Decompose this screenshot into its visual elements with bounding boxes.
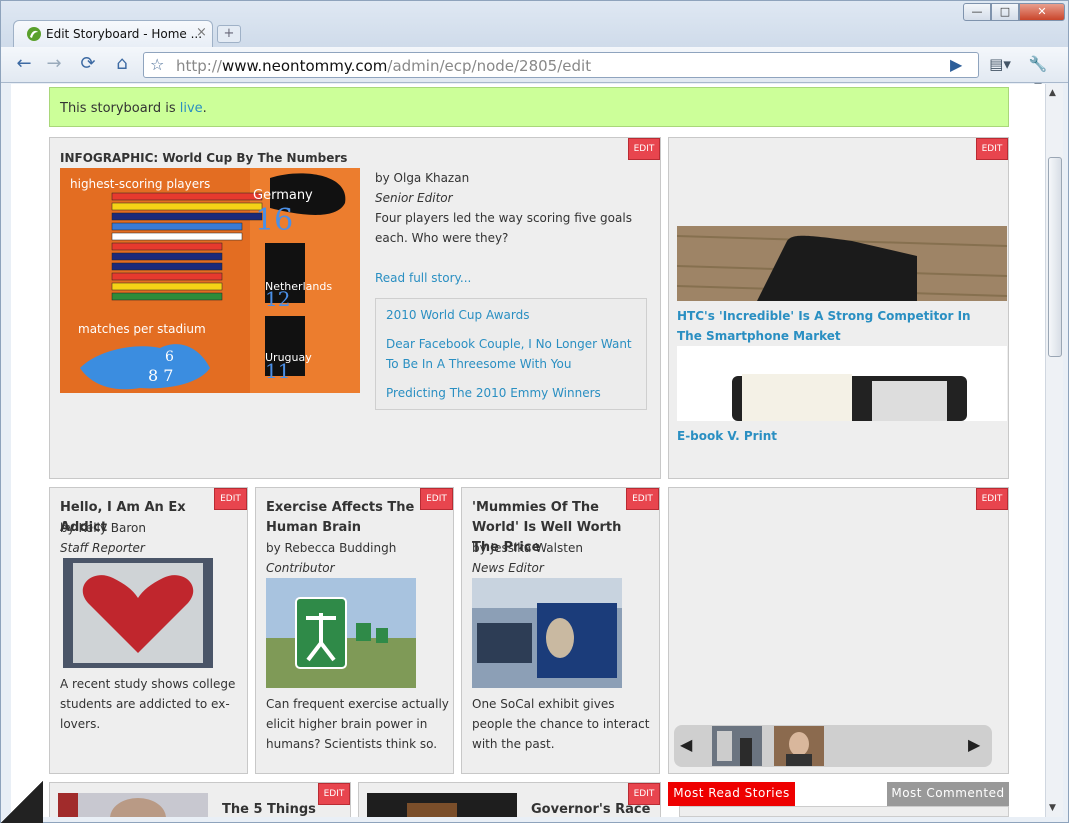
infographic-heading-stadium: matches per stadium bbox=[78, 322, 206, 336]
side-card: EDIT HTC's 'Incredible' Is A Strong Comp… bbox=[668, 137, 1009, 479]
tab-close-icon[interactable]: × bbox=[196, 25, 207, 40]
infographic-bar bbox=[111, 272, 223, 281]
infographic-bar bbox=[111, 252, 223, 261]
url-text[interactable]: http://www.neontommy.com/admin/ecp/node/… bbox=[176, 57, 591, 75]
story-card: EDIT Hello, I Am An Ex Addict by Kelly B… bbox=[49, 487, 248, 774]
story-role: News Editor bbox=[472, 561, 544, 575]
mummies-banner-image[interactable] bbox=[472, 578, 622, 688]
infographic-image[interactable]: highest-scoring players matches per stad… bbox=[60, 168, 360, 393]
scroll-thumb[interactable] bbox=[1048, 157, 1062, 357]
feature-card: EDIT INFOGRAPHIC: World Cup By The Numbe… bbox=[49, 137, 661, 479]
story-title[interactable]: Governor's Race bbox=[531, 800, 650, 817]
exercise-sign-image[interactable] bbox=[266, 578, 416, 688]
story-role: Contributor bbox=[266, 561, 335, 575]
related-link[interactable]: 2010 World Cup Awards bbox=[386, 305, 636, 325]
story-title[interactable]: The 5 Things bbox=[222, 800, 316, 817]
edit-button[interactable]: EDIT bbox=[318, 783, 350, 805]
feature-teaser: Four players led the way scoring five go… bbox=[375, 211, 632, 245]
story-byline: by Jessika Walsten bbox=[472, 541, 583, 555]
svg-text:6: 6 bbox=[165, 349, 174, 365]
infographic-heading-players: highest-scoring players bbox=[70, 177, 210, 191]
image-carousel: ◀ ▶ bbox=[674, 725, 992, 767]
forward-arrow-icon[interactable]: → bbox=[41, 53, 67, 77]
infographic-bar bbox=[111, 192, 263, 201]
heart-mosaic-image[interactable] bbox=[63, 558, 213, 668]
go-arrow-icon[interactable]: ▶ bbox=[950, 55, 962, 74]
tab-most-commented[interactable]: Most Commented bbox=[887, 782, 1009, 806]
story-title[interactable]: Exercise Affects The Human Brain bbox=[266, 498, 421, 538]
infographic-uruguay-num: 11 bbox=[265, 359, 290, 383]
carousel-thumb-image[interactable] bbox=[712, 726, 762, 766]
close-window-button[interactable]: ✕ bbox=[1019, 3, 1065, 21]
story-card: EDIT The 5 Things bbox=[49, 782, 351, 817]
infographic-germany: Germany bbox=[253, 188, 313, 203]
address-bar[interactable]: ☆ http://www.neontommy.com/admin/ecp/nod… bbox=[143, 52, 979, 78]
infographic-bar bbox=[111, 282, 223, 291]
feature-byline: by Olga Khazan bbox=[375, 171, 470, 185]
related-link[interactable]: Predicting The 2010 Emmy Winners bbox=[386, 383, 636, 403]
related-link[interactable]: Dear Facebook Couple, I No Longer Want T… bbox=[386, 334, 636, 374]
browser-toolbar: ← → ⟳ ⌂ ☆ http://www.neontommy.com/admin… bbox=[1, 47, 1068, 95]
infographic-bar bbox=[111, 202, 263, 211]
infographic-bar bbox=[111, 232, 243, 241]
carousel-thumb-image[interactable] bbox=[774, 726, 824, 766]
wrench-menu-icon[interactable]: 🔧▾ bbox=[1025, 53, 1051, 95]
infographic-bar bbox=[111, 212, 263, 221]
story-card: EDIT Exercise Affects The Human Brain by… bbox=[255, 487, 454, 774]
most-read-panel bbox=[679, 806, 1009, 817]
infographic-bar bbox=[111, 292, 223, 301]
side-story-link[interactable]: E-book V. Print bbox=[677, 426, 777, 446]
page-menu-icon[interactable]: ▤▾ bbox=[987, 53, 1013, 77]
story-thumb-image[interactable] bbox=[367, 793, 517, 817]
edit-button[interactable]: EDIT bbox=[976, 138, 1008, 160]
scroll-down-icon[interactable]: ▼ bbox=[1049, 803, 1056, 813]
feature-title[interactable]: INFOGRAPHIC: World Cup By The Numbers bbox=[60, 151, 347, 165]
story-teaser: One SoCal exhibit gives people the chanc… bbox=[472, 697, 650, 751]
svg-text:8 7: 8 7 bbox=[148, 366, 173, 385]
edit-button[interactable]: EDIT bbox=[976, 488, 1008, 510]
story-byline: by Kelly Baron bbox=[60, 521, 146, 535]
htc-phone-image[interactable] bbox=[677, 226, 1007, 301]
scroll-up-icon[interactable]: ▲ bbox=[1049, 88, 1056, 98]
back-arrow-icon[interactable]: ← bbox=[11, 53, 37, 77]
read-full-story-link[interactable]: Read full story... bbox=[375, 268, 471, 288]
story-teaser: Can frequent exercise actually elicit hi… bbox=[266, 697, 449, 751]
live-link[interactable]: live bbox=[180, 101, 203, 116]
edit-button[interactable]: EDIT bbox=[420, 488, 453, 510]
new-tab-button[interactable]: + bbox=[217, 25, 241, 43]
infographic-germany-num: 16 bbox=[255, 203, 293, 238]
infographic-bar bbox=[111, 262, 223, 271]
carousel-prev-icon[interactable]: ◀ bbox=[680, 735, 692, 754]
story-role: Staff Reporter bbox=[60, 541, 145, 555]
maximize-button[interactable]: □ bbox=[991, 3, 1019, 21]
infographic-bar bbox=[111, 222, 243, 231]
story-byline: by Rebecca Buddingh bbox=[266, 541, 397, 555]
tab-edit-storyboard[interactable]: Edit Storyboard - Home ... × bbox=[13, 20, 213, 47]
reload-icon[interactable]: ⟳ bbox=[75, 53, 101, 77]
tab-title: Edit Storyboard - Home ... bbox=[46, 27, 203, 41]
vertical-scrollbar[interactable]: ▲ ▼ bbox=[1045, 84, 1063, 817]
browser-window: Edit Storyboard - Home ... × + — □ ✕ ← →… bbox=[0, 0, 1069, 823]
edit-button[interactable]: EDIT bbox=[628, 138, 660, 160]
minimize-button[interactable]: — bbox=[963, 3, 991, 21]
infographic-netherlands-num: 12 bbox=[265, 287, 290, 311]
status-banner: This storyboard is live. bbox=[49, 87, 1009, 127]
story-card: EDIT Governor's Race bbox=[358, 782, 661, 817]
home-icon[interactable]: ⌂ bbox=[109, 53, 135, 77]
admin-corner-icon[interactable] bbox=[1, 781, 43, 823]
tab-strip: Edit Storyboard - Home ... × + — □ ✕ bbox=[1, 1, 1068, 47]
page-viewport: This storyboard is live. EDIT INFOGRAPHI… bbox=[11, 84, 1045, 817]
infographic-bar bbox=[111, 242, 223, 251]
side-story-link[interactable]: HTC's 'Incredible' Is A Strong Competito… bbox=[677, 306, 997, 346]
story-thumb-image[interactable] bbox=[58, 793, 208, 817]
related-stories-box: 2010 World Cup Awards Dear Facebook Coup… bbox=[375, 298, 647, 410]
story-card: EDIT 'Mummies Of The World' Is Well Wort… bbox=[461, 487, 660, 774]
feature-role: Senior Editor bbox=[375, 191, 453, 205]
bookmark-star-icon[interactable]: ☆ bbox=[150, 55, 164, 74]
ebook-image[interactable] bbox=[677, 346, 1007, 421]
site-favicon-icon bbox=[27, 27, 41, 41]
story-teaser: A recent study shows college students ar… bbox=[60, 677, 236, 731]
tab-most-read[interactable]: Most Read Stories bbox=[668, 782, 795, 806]
carousel-next-icon[interactable]: ▶ bbox=[968, 735, 980, 754]
